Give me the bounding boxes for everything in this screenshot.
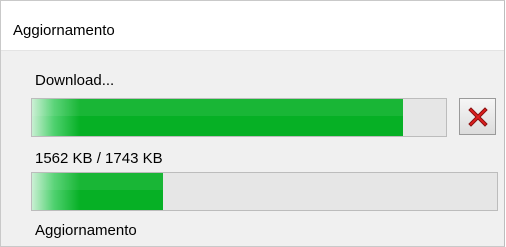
- download-label: Download...: [35, 72, 115, 89]
- download-progress-bar: [31, 98, 447, 137]
- transfer-size-text: 1562 KB / 1743 KB: [35, 150, 163, 167]
- title-bar: Aggiornamento: [1, 1, 504, 51]
- window-title: Aggiornamento: [13, 22, 115, 39]
- red-x-icon: [466, 105, 490, 129]
- download-progress-fill: [32, 99, 404, 136]
- update-label: Aggiornamento: [35, 222, 137, 239]
- update-dialog: Aggiornamento Download... 1562 KB / 1743…: [0, 0, 505, 247]
- update-progress-fill: [32, 173, 163, 210]
- update-progress-bar: [31, 172, 498, 211]
- cancel-download-button[interactable]: [459, 98, 496, 135]
